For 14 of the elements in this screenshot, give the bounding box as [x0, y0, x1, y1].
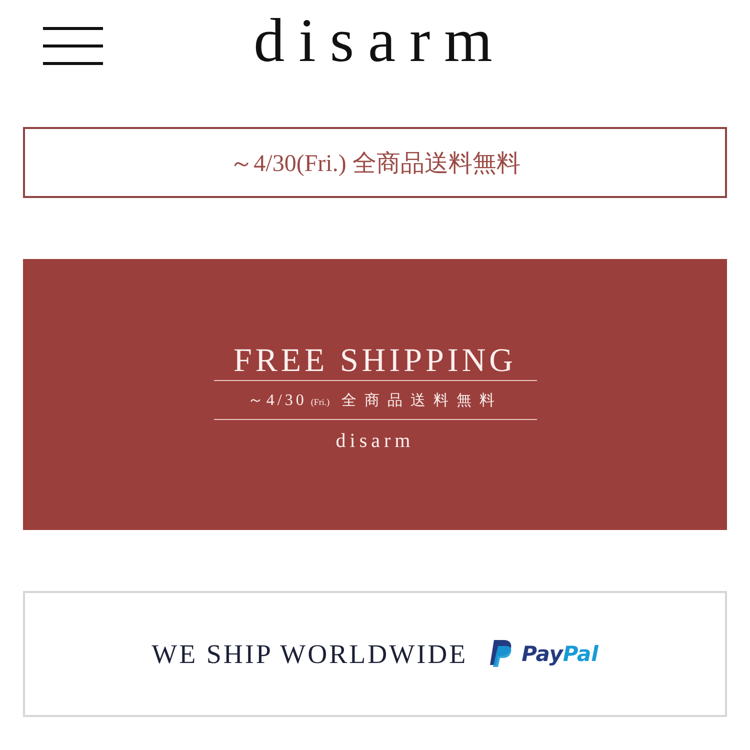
notice-text: ～4/30(Fri.) 全商品送料無料	[230, 150, 520, 178]
notice-banner[interactable]: ～4/30(Fri.) 全商品送料無料	[23, 127, 727, 198]
shipping-card[interactable]: WE SHIP WORLDWIDE PayPal	[23, 591, 727, 717]
shipping-text: WE SHIP WORLDWIDE	[152, 638, 468, 670]
promo-banner[interactable]: FREE SHIPPING ～4/30 (Fri.) 全商品送料無料 disarm	[23, 259, 727, 530]
banner-date: ～4/30	[247, 390, 307, 410]
banner-subtitle: 全商品送料無料	[342, 390, 503, 410]
banner-brand: disarm	[336, 430, 414, 452]
paypal-logo: PayPal	[522, 642, 598, 666]
paypal-icon	[490, 640, 514, 668]
logo[interactable]: disarm	[254, 10, 506, 72]
menu-icon[interactable]	[43, 26, 103, 66]
banner-day: (Fri.)	[310, 382, 330, 420]
banner-title: FREE SHIPPING	[234, 342, 516, 380]
